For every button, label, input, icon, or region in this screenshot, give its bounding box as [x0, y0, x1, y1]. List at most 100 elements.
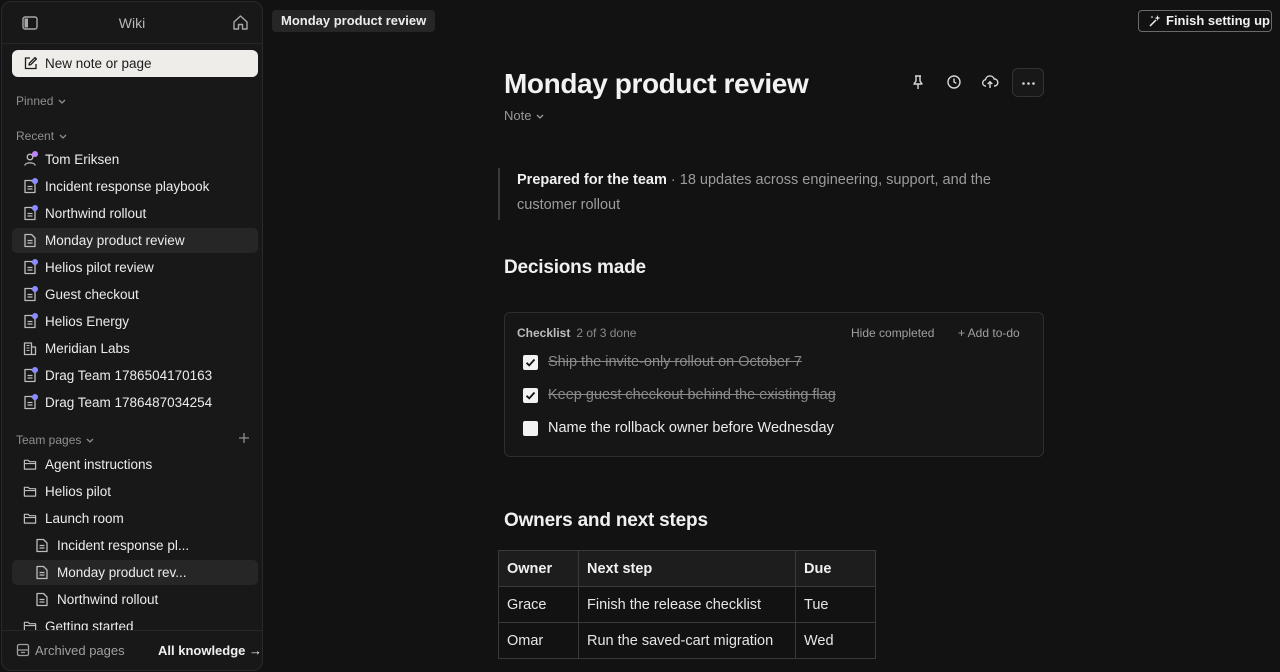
pin-icon[interactable]	[910, 74, 926, 90]
pinned-section-toggle[interactable]: Pinned	[16, 94, 66, 108]
sidebar-item[interactable]: Incident response pl...	[12, 533, 258, 558]
finish-setup-button[interactable]: Finish setting up	[1138, 10, 1272, 32]
sidebar-item-label: Tom Eriksen	[45, 152, 120, 167]
status-dot	[32, 394, 38, 400]
table-row: Grace Finish the release checklist Tue	[498, 586, 876, 623]
sidebar-item[interactable]: Incident response playbook	[12, 174, 258, 199]
sidebar-item-label: Monday product review	[45, 233, 185, 248]
sidebar-item[interactable]: Agent instructions	[12, 452, 258, 477]
document-icon	[23, 233, 37, 248]
owners-heading[interactable]: Owners and next steps	[504, 510, 708, 532]
sidebar-item-label: Drag Team 1786487034254	[45, 395, 213, 410]
sidebar-footer: Archived pages All knowledge →	[2, 630, 262, 670]
sidebar-item-label: Helios pilot review	[45, 260, 154, 275]
document-icon	[23, 367, 38, 383]
sidebar-item-label: Drag Team 1786504170163	[45, 368, 213, 383]
table-row: Omar Run the saved-cart migration Wed	[498, 622, 876, 659]
column-header-next-step[interactable]: Next step	[578, 550, 796, 587]
table-cell[interactable]: Run the saved-cart migration	[578, 622, 796, 659]
sidebar-item[interactable]: Northwind rollout	[12, 201, 258, 226]
cloud-upload-icon[interactable]	[981, 74, 999, 90]
sidebar-item[interactable]: Drag Team 1786504170163	[12, 363, 258, 388]
person-icon	[23, 151, 38, 167]
chevron-down-icon	[58, 99, 66, 104]
table-cell[interactable]: Finish the release checklist	[578, 586, 796, 623]
decisions-heading[interactable]: Decisions made	[504, 257, 646, 279]
note-type-label: Note	[504, 108, 532, 123]
sidebar-item[interactable]: Guest checkout	[12, 282, 258, 307]
sidebar-item[interactable]: Launch room	[12, 506, 258, 531]
checklist-count: 2 of 3 done	[576, 326, 637, 340]
document-icon	[35, 538, 49, 553]
new-note-label: New note or page	[45, 56, 152, 71]
home-icon[interactable]	[232, 14, 249, 31]
status-dot	[32, 205, 38, 211]
checkbox-checked[interactable]	[523, 388, 538, 403]
sidebar-item[interactable]: Drag Team 1786487034254	[12, 390, 258, 415]
checkmark-icon	[525, 391, 536, 400]
sidebar-item-label: Northwind rollout	[45, 206, 147, 221]
sidebar-item[interactable]: Monday product review	[12, 228, 258, 253]
archived-pages-link[interactable]: Archived pages	[35, 643, 125, 658]
sidebar: Wiki New note or page Pinned Recent Tom …	[1, 1, 263, 671]
more-options-button[interactable]	[1012, 68, 1044, 97]
sidebar-item-label: Launch room	[45, 511, 124, 526]
team-pages-label: Team pages	[16, 433, 82, 447]
checklist-header: Checklist 2 of 3 done	[517, 326, 636, 340]
building-icon	[23, 341, 37, 356]
folder-icon	[23, 484, 37, 499]
table-cell[interactable]: Wed	[795, 622, 876, 659]
new-note-button[interactable]: New note or page	[12, 50, 258, 77]
sidebar-item[interactable]: Helios pilot	[12, 479, 258, 504]
sidebar-item[interactable]: Helios pilot review	[12, 255, 258, 280]
team-pages-section-toggle[interactable]: Team pages	[16, 433, 94, 447]
document-icon	[35, 592, 49, 607]
hide-completed-button[interactable]: Hide completed	[851, 326, 934, 340]
recent-section-toggle[interactable]: Recent	[16, 129, 67, 143]
add-team-page-icon[interactable]	[238, 432, 250, 444]
status-dot	[32, 367, 38, 373]
sidebar-item[interactable]: Helios Energy	[12, 309, 258, 334]
checkbox-unchecked[interactable]	[523, 421, 538, 436]
column-header-owner[interactable]: Owner	[498, 550, 579, 587]
sparkle-wand-icon	[1149, 15, 1161, 27]
document-icon	[23, 313, 38, 329]
document-icon	[23, 286, 38, 302]
status-dot	[32, 178, 38, 184]
sidebar-item[interactable]: Northwind rollout	[12, 587, 258, 612]
sidebar-item[interactable]: Meridian Labs	[12, 336, 258, 361]
sidebar-item-label: Incident response playbook	[45, 179, 210, 194]
sidebar-item-label: Agent instructions	[45, 457, 153, 472]
document-icon	[23, 178, 38, 194]
sidebar-item[interactable]: Tom Eriksen	[12, 147, 258, 172]
todo-text[interactable]: Keep guest checkout behind the existing …	[548, 387, 836, 403]
sidebar-item-label: Northwind rollout	[57, 592, 159, 607]
todo-text[interactable]: Ship the invite-only rollout on October …	[548, 354, 802, 370]
todo-text[interactable]: Name the rollback owner before Wednesday	[548, 420, 834, 436]
checkbox-checked[interactable]	[523, 355, 538, 370]
add-todo-button[interactable]: + Add to-do	[958, 326, 1020, 340]
table-cell[interactable]: Grace	[498, 586, 579, 623]
chevron-down-icon	[86, 438, 94, 443]
document-icon	[23, 394, 38, 410]
finish-setup-label: Finish setting up	[1166, 13, 1270, 28]
breadcrumb[interactable]: Monday product review	[272, 10, 436, 32]
archive-icon	[16, 643, 30, 657]
all-knowledge-link[interactable]: All knowledge →	[158, 643, 262, 658]
history-clock-icon[interactable]	[946, 74, 962, 90]
callout-strong: Prepared for the team	[517, 172, 667, 188]
table-cell[interactable]: Omar	[498, 622, 579, 659]
document-icon	[35, 565, 49, 580]
sidebar-title: Wiki	[118, 15, 146, 31]
sidebar-item-label: Monday product rev...	[57, 565, 187, 580]
status-dot	[32, 151, 38, 157]
column-header-due[interactable]: Due	[795, 550, 876, 587]
more-horizontal-icon	[1022, 82, 1035, 85]
table-cell[interactable]: Tue	[795, 586, 876, 623]
sidebar-item-label: Meridian Labs	[45, 341, 130, 356]
summary-callout[interactable]: Prepared for the team · 18 updates acros…	[498, 168, 1038, 220]
sidebar-item-label: Guest checkout	[45, 287, 139, 302]
page-title[interactable]: Monday product review	[504, 68, 809, 100]
note-type-dropdown[interactable]: Note	[504, 108, 544, 123]
sidebar-item[interactable]: Monday product rev...	[12, 560, 258, 585]
